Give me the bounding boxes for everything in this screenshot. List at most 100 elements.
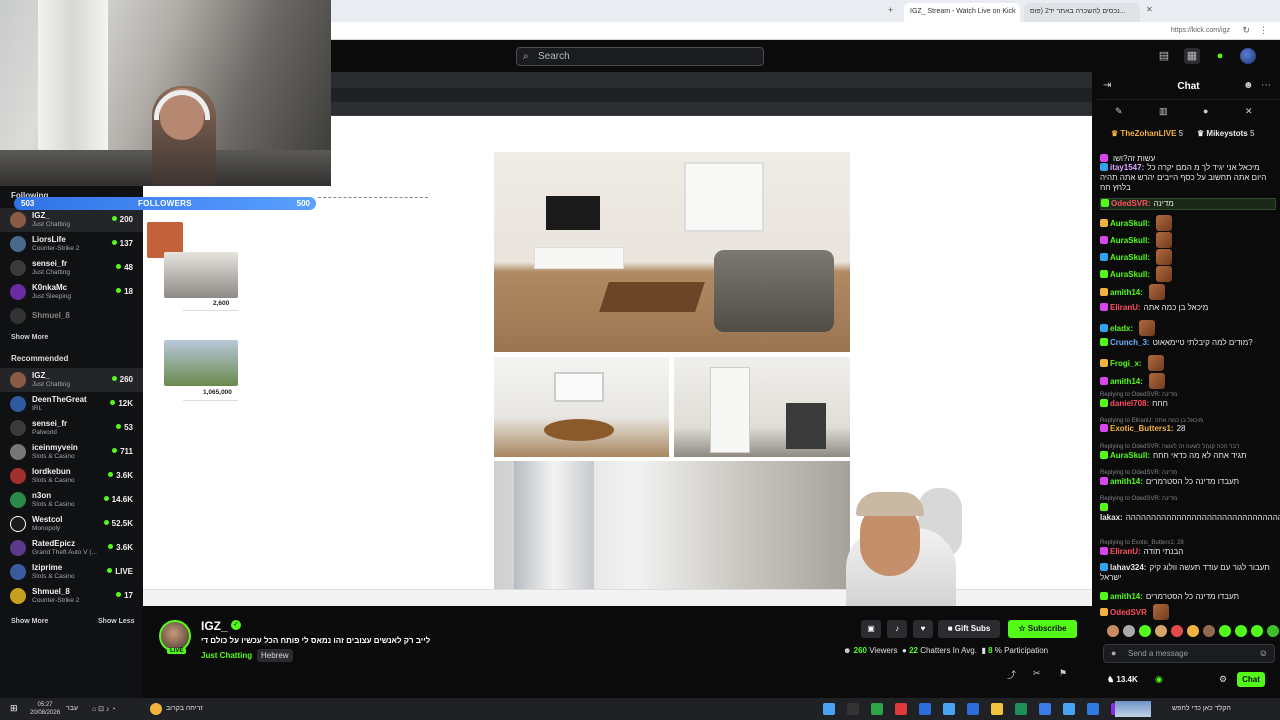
sidebar-item-recommended-6[interactable]: Westcol Monopoly 52.5K: [0, 512, 143, 536]
chat-username[interactable]: lahav324:: [1110, 563, 1146, 572]
chat-username[interactable]: EliranU:: [1110, 547, 1141, 556]
sidebar-item-recommended-5[interactable]: n3on Slots & Casino 14.6K: [0, 488, 143, 512]
chat-username[interactable]: AuraSkull:: [1110, 236, 1150, 245]
chat-message[interactable]: lahav324: תעבור לגור עם עודד תעשה וולוג ק…: [1100, 563, 1276, 583]
taskbar-app-icon[interactable]: [991, 703, 1003, 715]
start-icon[interactable]: ⊞: [10, 703, 18, 714]
chat-username[interactable]: amith14:: [1110, 288, 1143, 297]
show-more-following[interactable]: Show More: [11, 334, 48, 341]
status-icon[interactable]: ●: [1212, 48, 1228, 64]
chat-username[interactable]: AuraSkull:: [1110, 253, 1150, 262]
clip-icon[interactable]: ✂: [1033, 668, 1041, 679]
sidebar-item-following-4[interactable]: Shmuel_8: [0, 304, 143, 328]
sidebar-item-recommended-3[interactable]: iceinmyvein Slots & Casino 711: [0, 440, 143, 464]
chat-message[interactable]: lakax:הההההההההההההההההההההההההההההההההה…: [1100, 503, 1280, 523]
chat-message[interactable]: amith14:: [1100, 373, 1276, 389]
emote-icon[interactable]: [1107, 625, 1119, 637]
chat-message[interactable]: AuraSkull:: [1100, 215, 1276, 231]
emote-icon[interactable]: [1267, 625, 1279, 637]
emote-icon[interactable]: [1219, 625, 1231, 637]
follow-heart-icon[interactable]: ♥: [913, 620, 933, 638]
taskbar-app-icon[interactable]: [847, 703, 859, 715]
browser-tab-kick[interactable]: IGZ_ Stream - Watch Live on Kick: [904, 3, 1020, 22]
taskbar-app-icon[interactable]: [1015, 703, 1027, 715]
notification-bell-icon[interactable]: ♪: [887, 620, 907, 638]
emote-icon[interactable]: [1139, 625, 1151, 637]
close-tab-icon[interactable]: ✕: [1146, 5, 1153, 14]
chat-input[interactable]: ● Send a message ☺: [1103, 644, 1275, 663]
streamer-name[interactable]: IGZ_: [201, 619, 228, 633]
layout-icon[interactable]: ▦: [1184, 48, 1200, 64]
taskbar-app-icon[interactable]: [895, 703, 907, 715]
settings-icon[interactable]: ●: [1111, 648, 1116, 658]
taskbar-search[interactable]: הקלד כאן כדי לחפש: [1172, 705, 1231, 712]
chat-username[interactable]: amith14:: [1110, 377, 1143, 386]
theater-icon[interactable]: ▣: [861, 620, 881, 638]
show-more-recommended[interactable]: Show More: [11, 618, 48, 625]
chat-message[interactable]: AuraSkull:: [1100, 249, 1276, 265]
chat-username[interactable]: EliranU:: [1110, 303, 1141, 312]
chat-username[interactable]: eladx:: [1110, 324, 1133, 333]
new-tab-icon[interactable]: +: [888, 5, 893, 15]
sidebar-item-following-3[interactable]: K0nkaMc Just Sleeping 18: [0, 280, 143, 304]
chat-username[interactable]: AuraSkull:: [1110, 219, 1150, 228]
sidebar-item-following-2[interactable]: sensei_fr Just Chatting 48: [0, 256, 143, 280]
chat-username[interactable]: OdedSVR: [1110, 608, 1147, 617]
share-icon[interactable]: ⤴: [1007, 668, 1016, 681]
chat-username[interactable]: itay1547:: [1110, 163, 1144, 172]
chat-message[interactable]: amith14: תעבדו מדינה כל הסטרמרים: [1100, 592, 1276, 602]
taskbar-app-icon[interactable]: [1063, 703, 1075, 715]
taskbar-app-icon[interactable]: [967, 703, 979, 715]
chat-username[interactable]: amith14:: [1110, 592, 1143, 601]
sidebar-item-recommended-8[interactable]: Iziprime Slots & Casino LIVE: [0, 560, 143, 584]
chat-message[interactable]: OdedSVR: [1100, 604, 1276, 620]
chat-message[interactable]: EliranU: הבנתי תודה: [1100, 547, 1276, 557]
stream-category[interactable]: Just Chatting: [201, 651, 252, 660]
taskbar-app-icon[interactable]: [823, 703, 835, 715]
emoji-icon[interactable]: ☺: [1259, 648, 1268, 658]
url-text[interactable]: https://kick.com/igz: [1171, 27, 1230, 34]
chat-message[interactable]: daniel708: חחח: [1100, 399, 1276, 409]
chat-message[interactable]: Crunch_3: מודים למה קיבלתי טיימאאוט?: [1100, 338, 1276, 348]
user-avatar[interactable]: [1240, 48, 1256, 64]
sidebar-item-recommended-4[interactable]: lordkebun Slots & Casino 3.6K: [0, 464, 143, 488]
trash-icon[interactable]: ▥: [1159, 106, 1168, 117]
emote-icon[interactable]: [1251, 625, 1263, 637]
pin-icon[interactable]: ✎: [1115, 106, 1123, 117]
chat-menu-icon[interactable]: ⋯: [1261, 80, 1271, 91]
weather-icon[interactable]: [150, 703, 162, 715]
browse-icon[interactable]: ▤: [1156, 48, 1172, 64]
search-input[interactable]: ⌕ Search: [516, 47, 764, 66]
taskbar-app-icon[interactable]: [919, 703, 931, 715]
browser-menu-icon[interactable]: ⋮: [1259, 25, 1268, 36]
emote-icon[interactable]: [1203, 625, 1215, 637]
chat-message[interactable]: EliranU: מיכאל בן כמה אתה: [1100, 303, 1276, 313]
os-clock[interactable]: 05:27 20/08/2026: [30, 701, 60, 717]
sidebar-item-recommended-2[interactable]: sensei_fr Palworld 53: [0, 416, 143, 440]
taskbar-app-icon[interactable]: [871, 703, 883, 715]
chat-message[interactable]: AuraSkull: תגיד אתה לא מה כדאי חחח: [1100, 451, 1276, 461]
points-display[interactable]: ♞ 13.4K: [1107, 675, 1138, 684]
emote-icon[interactable]: [1123, 625, 1135, 637]
emote-icon[interactable]: [1235, 625, 1247, 637]
chat-message[interactable]: amith14:: [1100, 284, 1276, 300]
sidebar-item-recommended-7[interactable]: RatedEpicz Grand Theft Auto V (... 3.6K: [0, 536, 143, 560]
sidebar-item-recommended-0[interactable]: IGZ_ Just Chatting 260: [0, 368, 143, 392]
language-tag[interactable]: Hebrew: [257, 649, 293, 662]
chat-username[interactable]: AuraSkull:: [1110, 270, 1150, 279]
emote-icon[interactable]: [1171, 625, 1183, 637]
sidebar-item-following-0[interactable]: IGZ_ Just Chatting 200: [0, 208, 143, 232]
sidebar-item-recommended-9[interactable]: Shmuel_8 Counter-Strike 2 17: [0, 584, 143, 608]
taskbar-app-icon[interactable]: [1087, 703, 1099, 715]
chat-message[interactable]: AuraSkull:: [1100, 232, 1276, 248]
chat-username[interactable]: daniel708:: [1110, 399, 1149, 408]
gift-subs-button[interactable]: ■ Gift Subs: [938, 620, 1000, 638]
chat-username[interactable]: OdedSVR:: [1111, 199, 1151, 208]
taskbar-app-icon[interactable]: [943, 703, 955, 715]
chat-message[interactable]: Frogi_x:: [1100, 355, 1276, 371]
chat-username[interactable]: Frogi_x:: [1110, 359, 1142, 368]
users-icon[interactable]: ☻: [1243, 80, 1254, 91]
emote-icon[interactable]: [1155, 625, 1167, 637]
chat-message[interactable]: Exotic_Butters1: 28: [1100, 424, 1276, 434]
chat-settings-icon[interactable]: ⚙: [1219, 674, 1227, 685]
